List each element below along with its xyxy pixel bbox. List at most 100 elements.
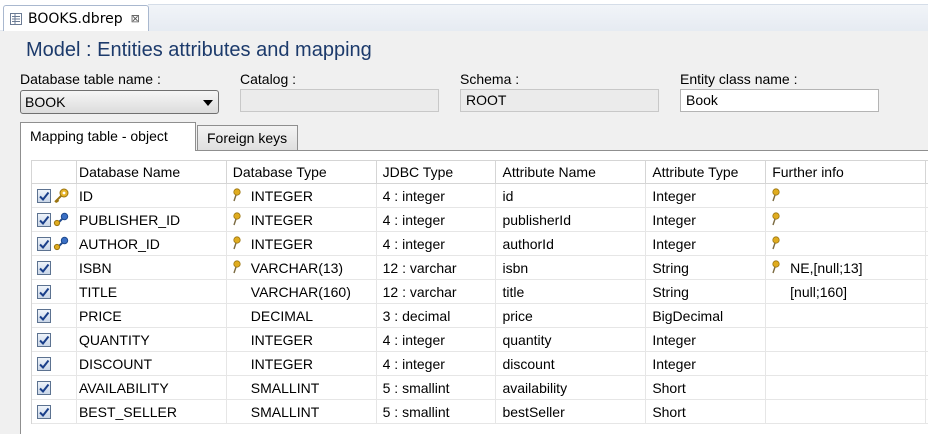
- pin-icon: [770, 260, 782, 274]
- cell-attribute-type[interactable]: Integer: [646, 328, 767, 351]
- cell-jdbc-type[interactable]: 4 : integer: [377, 328, 497, 351]
- cell-database-type-wrap[interactable]: DECIMAL: [227, 304, 377, 327]
- cell-further-info-wrap[interactable]: [766, 232, 927, 255]
- cell-database-type-wrap[interactable]: INTEGER: [227, 184, 377, 207]
- table-row[interactable]: BEST_SELLER SMALLINT 5 : smallint bestSelle…: [32, 400, 928, 424]
- table-row[interactable]: PRICE DECIMAL 3 : decimal price BigDecimal: [32, 304, 928, 328]
- cell-attribute-name[interactable]: quantity: [496, 328, 647, 351]
- cell-jdbc-type[interactable]: 12 : varchar: [377, 280, 497, 303]
- cell-database-name[interactable]: PRICE: [77, 304, 227, 327]
- cell-database-type-wrap[interactable]: VARCHAR(13): [227, 256, 377, 279]
- column-header-select[interactable]: [32, 161, 77, 183]
- cell-database-name[interactable]: PUBLISHER_ID: [77, 208, 227, 231]
- cell-database-type: INTEGER: [250, 236, 314, 252]
- table-row[interactable]: ID INTEGER 4 : integer id Integer: [32, 184, 928, 208]
- cell-further-info-wrap[interactable]: [766, 184, 927, 207]
- cell-attribute-name[interactable]: discount: [496, 352, 647, 375]
- cell-jdbc-type[interactable]: 3 : decimal: [377, 304, 497, 327]
- cell-further-info-wrap[interactable]: [null;160]: [766, 280, 927, 303]
- cell-jdbc-type[interactable]: 4 : integer: [377, 208, 497, 231]
- cell-database-type-wrap[interactable]: INTEGER: [227, 328, 377, 351]
- cell-database-name[interactable]: AVAILABILITY: [77, 376, 227, 399]
- cell-database-name[interactable]: AUTHOR_ID: [77, 232, 227, 255]
- cell-further-info-wrap[interactable]: NE,[null;13]: [766, 256, 927, 279]
- cell-attribute-type[interactable]: String: [646, 256, 767, 279]
- cell-jdbc-type[interactable]: 4 : integer: [377, 352, 497, 375]
- column-header-database-name[interactable]: Database Name: [77, 161, 227, 183]
- cell-attribute-name[interactable]: authorId: [496, 232, 647, 255]
- row-checkbox[interactable]: [37, 381, 51, 395]
- row-checkbox[interactable]: [37, 237, 51, 251]
- row-checkbox[interactable]: [37, 189, 51, 203]
- cell-attribute-name[interactable]: availability: [496, 376, 647, 399]
- table-row[interactable]: AUTHOR_ID INTEGER 4 : integer authorId Integ…: [32, 232, 928, 256]
- cell-database-type-wrap[interactable]: INTEGER: [227, 352, 377, 375]
- cell-attribute-type[interactable]: BigDecimal: [646, 304, 767, 327]
- row-checkbox[interactable]: [37, 285, 51, 299]
- cell-attribute-type[interactable]: Integer: [646, 184, 767, 207]
- cell-attribute-type[interactable]: Integer: [646, 232, 767, 255]
- cell-jdbc-type[interactable]: 4 : integer: [377, 184, 497, 207]
- row-checkbox[interactable]: [37, 261, 51, 275]
- cell-database-name[interactable]: ISBN: [77, 256, 227, 279]
- cell-further-info-wrap[interactable]: [766, 376, 927, 399]
- column-header-jdbc-type[interactable]: JDBC Type: [377, 161, 497, 183]
- cell-attribute-type[interactable]: String: [646, 280, 767, 303]
- cell-attribute-name[interactable]: id: [496, 184, 647, 207]
- entity-class-field[interactable]: Book: [680, 89, 879, 112]
- table-row[interactable]: ISBN VARCHAR(13) 12 : varchar isbn String NE,…: [32, 256, 928, 280]
- cell-attribute-type[interactable]: Short: [646, 400, 767, 423]
- column-header-attribute-name[interactable]: Attribute Name: [496, 161, 647, 183]
- cell-further-info-wrap[interactable]: [766, 400, 927, 423]
- cell-further-info-wrap[interactable]: [766, 304, 927, 327]
- column-header-attribute-type[interactable]: Attribute Type: [646, 161, 767, 183]
- cell-attribute-name[interactable]: isbn: [496, 256, 647, 279]
- table-name-select[interactable]: BOOK: [20, 90, 219, 114]
- cell-attribute-type[interactable]: Integer: [646, 352, 767, 375]
- cell-database-type: VARCHAR(13): [250, 260, 344, 276]
- cell-database-type-wrap[interactable]: SMALLINT: [227, 400, 377, 423]
- cell-database-name[interactable]: QUANTITY: [77, 328, 227, 351]
- table-row[interactable]: QUANTITY INTEGER 4 : integer quantity Intege…: [32, 328, 928, 352]
- cell-attribute-name[interactable]: publisherId: [496, 208, 647, 231]
- cell-attribute-name[interactable]: price: [496, 304, 647, 327]
- mapping-table-frame: Database Name Database Type JDBC Type At…: [20, 150, 928, 434]
- row-checkbox[interactable]: [37, 333, 51, 347]
- cell-attribute-name[interactable]: title: [496, 280, 647, 303]
- cell-database-name[interactable]: TITLE: [77, 280, 227, 303]
- editor-tab-books[interactable]: BOOKS.dbrep ⊠: [3, 5, 149, 31]
- table-row[interactable]: TITLE VARCHAR(160) 12 : varchar title String…: [32, 280, 928, 304]
- table-row[interactable]: DISCOUNT INTEGER 4 : integer discount Intege…: [32, 352, 928, 376]
- row-checkbox[interactable]: [37, 213, 51, 227]
- close-icon[interactable]: ⊠: [131, 12, 140, 25]
- cell-attribute-type[interactable]: Short: [646, 376, 767, 399]
- cell-database-type-wrap[interactable]: VARCHAR(160): [227, 280, 377, 303]
- row-checkbox[interactable]: [37, 357, 51, 371]
- cell-jdbc-type[interactable]: 5 : smallint: [377, 400, 497, 423]
- cell-database-name[interactable]: ID: [77, 184, 227, 207]
- row-checkbox[interactable]: [37, 405, 51, 419]
- column-header-further-info[interactable]: Further info: [766, 161, 927, 183]
- schema-field[interactable]: ROOT: [460, 89, 659, 112]
- cell-database-name[interactable]: BEST_SELLER: [77, 400, 227, 423]
- cell-jdbc-type[interactable]: 5 : smallint: [377, 376, 497, 399]
- tab-foreign-keys[interactable]: Foreign keys: [197, 125, 298, 151]
- row-checkbox[interactable]: [37, 309, 51, 323]
- cell-further-info-wrap[interactable]: [766, 328, 927, 351]
- cell-database-type-wrap[interactable]: INTEGER: [227, 232, 377, 255]
- table-row[interactable]: PUBLISHER_ID INTEGER 4 : integer publisherI…: [32, 208, 928, 232]
- cell-jdbc-type[interactable]: 12 : varchar: [377, 256, 497, 279]
- cell-attribute-name[interactable]: bestSeller: [496, 400, 647, 423]
- cell-further-info-wrap[interactable]: [766, 208, 927, 231]
- pin-icon: [231, 236, 243, 250]
- column-header-database-type[interactable]: Database Type: [227, 161, 377, 183]
- cell-database-type-wrap[interactable]: INTEGER: [227, 208, 377, 231]
- catalog-field[interactable]: [240, 89, 439, 112]
- table-row[interactable]: AVAILABILITY SMALLINT 5 : smallint availabi…: [32, 376, 928, 400]
- cell-further-info-wrap[interactable]: [766, 352, 927, 375]
- cell-jdbc-type[interactable]: 4 : integer: [377, 232, 497, 255]
- cell-database-type-wrap[interactable]: SMALLINT: [227, 376, 377, 399]
- cell-attribute-type[interactable]: Integer: [646, 208, 767, 231]
- cell-database-name[interactable]: DISCOUNT: [77, 352, 227, 375]
- tab-mapping-table[interactable]: Mapping table - object: [20, 122, 196, 151]
